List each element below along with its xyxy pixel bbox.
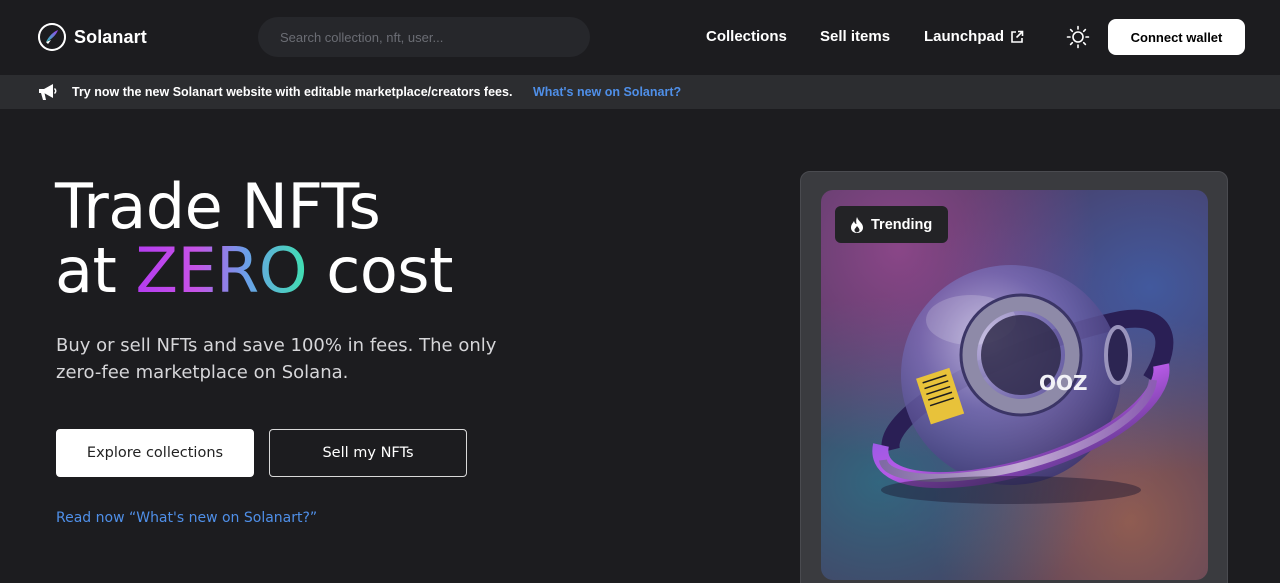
nav-sell-items[interactable]: Sell items (820, 28, 890, 45)
top-navbar: Solanart Collections Sell items Launchpa… (0, 0, 1280, 75)
hero-description: Buy or sell NFTs and save 100% in fees. … (56, 335, 497, 383)
ooz-label: OOZ (1039, 371, 1088, 395)
nav-launchpad-label: Launchpad (924, 28, 1005, 45)
hero-title-line1: Trade NFTs (55, 170, 381, 243)
theme-toggle-sun-icon[interactable] (1066, 25, 1090, 49)
banner-whats-new-link[interactable]: What's new on Solanart? (533, 85, 681, 99)
hero-title-at: at (55, 234, 117, 307)
hero-title: Trade NFTs at ZERO cost (55, 175, 453, 303)
read-whats-new-link[interactable]: Read now “What's new on Solanart?” (56, 510, 317, 526)
connect-wallet-button[interactable]: Connect wallet (1108, 19, 1245, 55)
hero-title-zero: ZERO (135, 234, 308, 307)
announcement-banner: Try now the new Solanart website with ed… (0, 75, 1280, 109)
sell-my-nfts-button[interactable]: Sell my NFTs (269, 429, 467, 477)
hero-title-line2: at ZERO cost (55, 239, 453, 303)
solanart-logo-icon (38, 23, 66, 51)
trending-nft-image: OOZ (821, 190, 1208, 580)
brand-logo[interactable]: Solanart (38, 23, 147, 51)
brand-name: Solanart (74, 26, 147, 47)
hero-title-cost: cost (326, 234, 453, 307)
search-bar[interactable] (258, 17, 590, 57)
banner-text: Try now the new Solanart website with ed… (72, 85, 513, 99)
megaphone-icon (39, 84, 57, 100)
search-input[interactable] (280, 29, 590, 45)
fire-icon (851, 216, 863, 233)
nav-launchpad[interactable]: Launchpad (924, 28, 1024, 45)
external-link-icon (1011, 30, 1024, 43)
explore-collections-button[interactable]: Explore collections (56, 429, 254, 477)
trending-label: Trending (871, 216, 933, 233)
trending-badge: Trending (835, 206, 948, 243)
nav-sell-items-label: Sell items (820, 28, 891, 45)
nav-collections[interactable]: Collections (706, 28, 787, 45)
nav-collections-label: Collections (706, 28, 787, 45)
